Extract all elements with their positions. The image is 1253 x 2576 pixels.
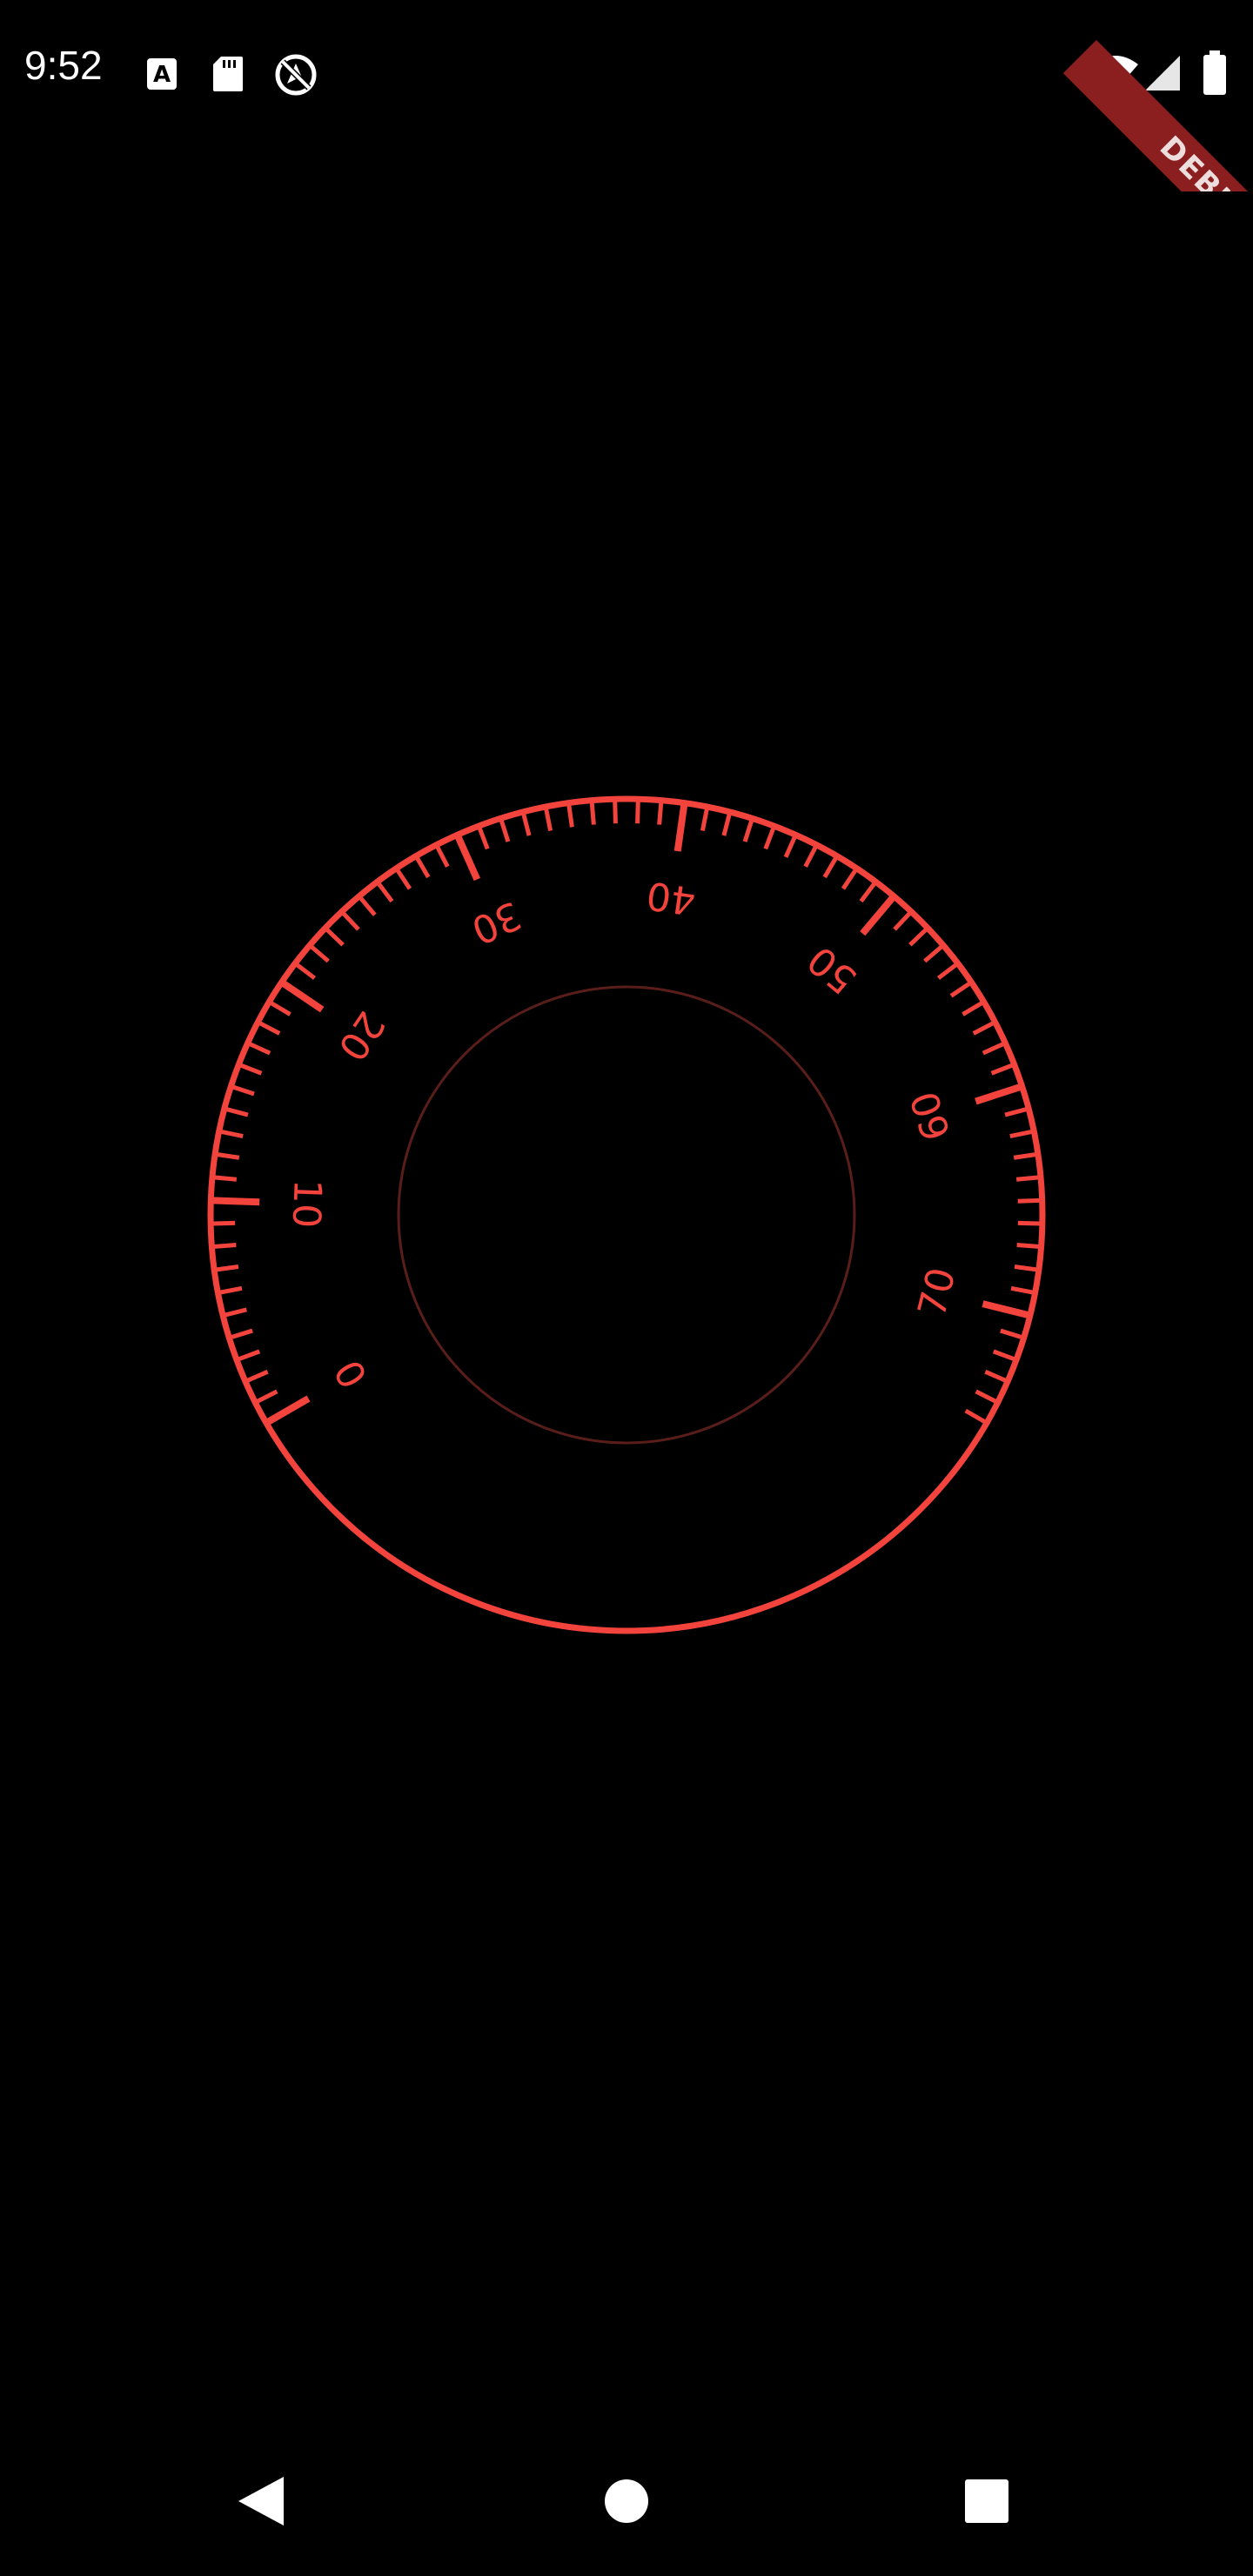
dial-label: 50 [800,937,866,1003]
dial-minor-tick [949,981,972,998]
dial-minor-tick [213,1175,238,1182]
dial-major-tick [212,1197,260,1206]
dial-minor-tick [803,845,818,868]
dial-minor-tick [256,1389,278,1404]
dial-minor-tick [414,856,431,879]
dial-minor-tick [566,804,574,828]
dial-minor-tick [309,944,330,963]
dial-minor-tick [613,801,618,824]
dial-minor-tick [700,808,709,832]
dial-minor-tick [972,1021,995,1036]
dial-major-tick [860,895,896,936]
dial-minor-tick [231,1084,255,1097]
combination-dial[interactable]: 0 10 20 30 40 50 60 70 [0,0,1253,2576]
dial-major-tick [281,980,325,1013]
dial-minor-tick [213,1243,237,1250]
recents-icon[interactable] [964,2479,1009,2524]
dial-svg[interactable]: 0 10 20 30 40 50 60 70 [0,0,1253,2576]
dial-minor-tick [1016,1243,1040,1250]
dial-minor-tick [1010,1285,1035,1295]
dial-outer-ring [207,795,1046,1634]
dial-label: 70 [910,1264,965,1322]
dial-minor-tick [295,963,317,980]
dial-minor-tick [657,802,664,825]
dial-minor-tick [499,819,511,842]
dial-minor-tick [435,845,450,868]
dial-minor-tick [237,1349,261,1362]
dial-minor-tick [376,882,394,903]
dial-minor-tick [224,1307,247,1318]
dial-minor-tick [893,911,912,931]
dial-minor-tick [962,1001,984,1016]
dial-minor-tick [1009,1129,1033,1138]
dial-label: 10 [284,1178,330,1229]
dial-minor-tick [341,911,360,931]
dial-minor-tick [742,819,754,842]
navigation-bar [0,2428,1253,2576]
dial-minor-tick [964,1408,987,1425]
dial-minor-tick [1000,1328,1023,1340]
dial-minor-tick [220,1129,244,1138]
dial-minor-tick [783,835,797,858]
dial-minor-tick [1013,1151,1037,1160]
dial-label: 0 [324,1353,374,1397]
dial-label: 40 [644,872,699,922]
dial-minor-tick [239,1063,263,1076]
dial-major-tick [265,1395,311,1426]
dial-major-tick [454,835,481,882]
dial-minor-tick [215,1265,239,1272]
dial-minor-tick [325,927,345,947]
dial-minor-tick [269,1001,291,1016]
dial-inner-ring [397,985,856,1445]
dial-minor-tick [1017,1197,1041,1204]
dial-minor-tick [248,1042,271,1056]
dial-minor-tick [992,1349,1016,1362]
dial-minor-tick [230,1328,253,1340]
dial-minor-tick [225,1106,249,1117]
dial-label: 20 [329,1003,393,1069]
dial-minor-tick [544,808,553,832]
dial-minor-tick [635,801,640,824]
dial-minor-tick [990,1063,1014,1076]
dial-label: 30 [465,892,527,952]
dial-label: 60 [902,1086,960,1146]
dial-minor-tick [1015,1175,1040,1182]
dial-minor-tick [923,944,944,963]
dial-major-tick [975,1083,1022,1105]
dial-minor-tick [1014,1265,1038,1272]
dial-minor-tick [358,896,377,916]
dial-minor-tick [984,1369,1008,1383]
dial-minor-tick [218,1285,243,1295]
dial-minor-tick [1004,1106,1028,1117]
dial-minor-tick [258,1021,281,1036]
dial-minor-tick [763,827,776,850]
dial-minor-tick [859,882,877,903]
dial-major-tick [673,804,688,852]
dial-minor-tick [212,1220,236,1226]
dial-minor-tick [908,927,928,947]
dial-minor-tick [975,1389,997,1404]
dial-minor-tick [982,1042,1005,1056]
dial-minor-tick [216,1151,240,1160]
dial-minor-tick [1017,1220,1041,1226]
dial-minor-tick [589,802,596,825]
dial-minor-tick [395,869,412,890]
dial-minor-tick [245,1369,269,1383]
dial-minor-tick [721,813,732,836]
dial-minor-tick [477,827,490,850]
dial-minor-tick [822,856,839,879]
home-icon[interactable] [604,2479,649,2524]
dial-minor-tick [936,963,958,980]
dial-minor-tick [521,813,532,836]
back-icon[interactable] [235,2473,287,2529]
dial-minor-tick [841,869,858,890]
dial-major-tick [982,1300,1029,1319]
